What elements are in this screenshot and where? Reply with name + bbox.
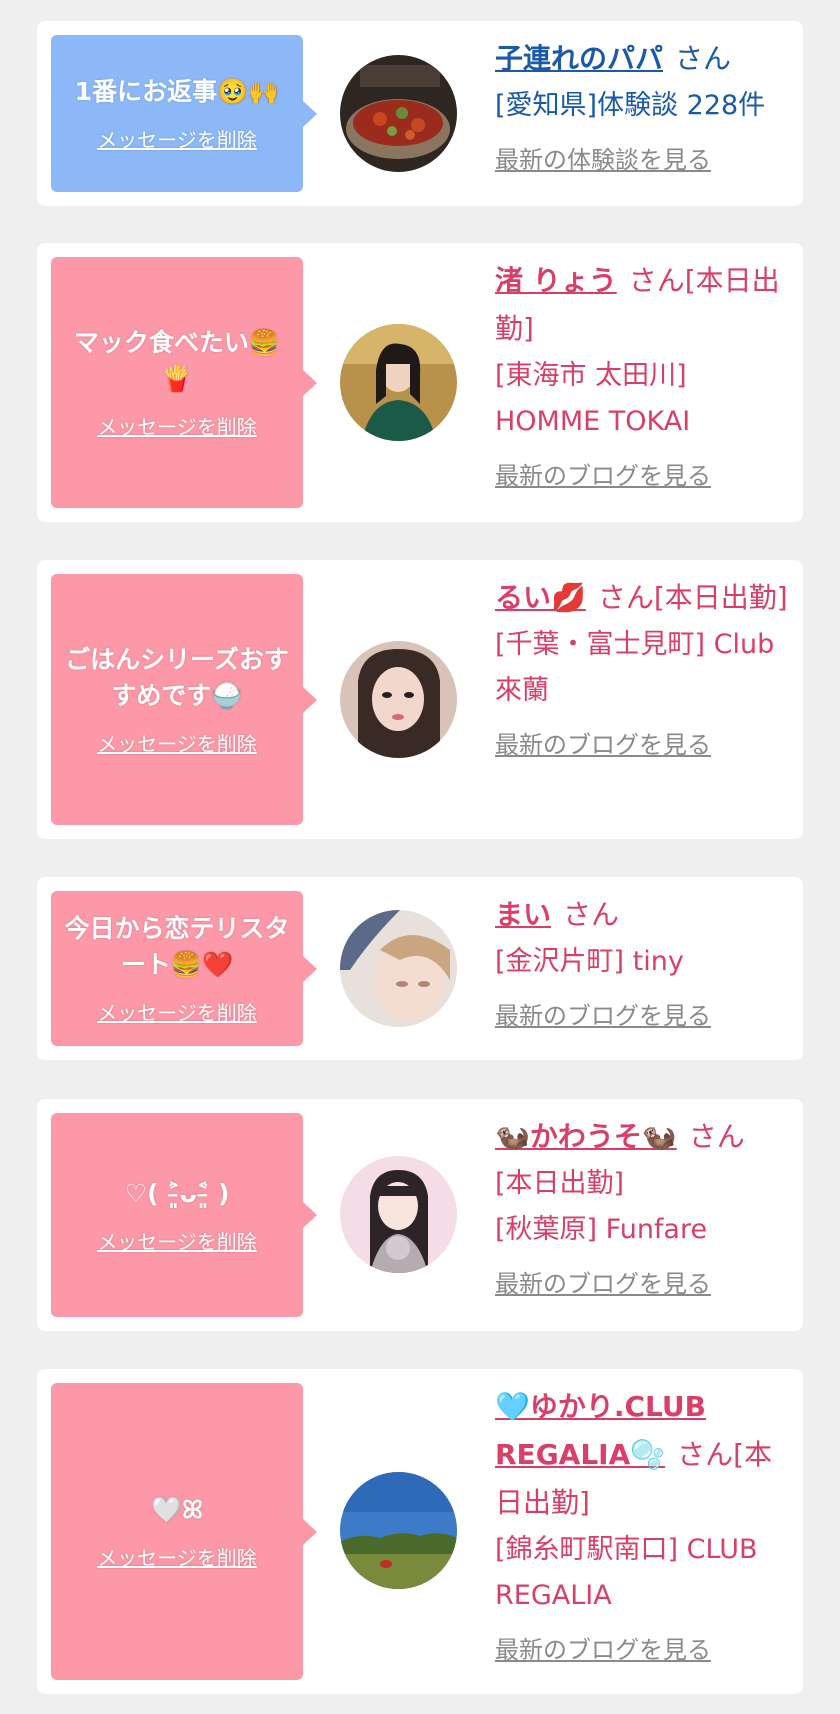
message-text: ごはんシリーズおすすめです🍚 (65, 645, 289, 710)
delete-message-link[interactable]: メッセージを削除 (97, 1226, 257, 1255)
message-bubble: ♡( ˃̵͈̑ᴗ˂̵͈̑ ) メッセージを削除 (51, 1113, 317, 1317)
chat-list: 1番にお返事🥹🙌 メッセージを削除 子連れのパパ さん [愛知県]体験談 228件… (0, 0, 840, 1714)
delete-message-link[interactable]: メッセージを削除 (97, 1542, 257, 1571)
message-bubble: ごはんシリーズおすすめです🍚 メッセージを削除 (51, 574, 317, 825)
see-latest-link[interactable]: 最新のブログを見る (495, 999, 795, 1033)
message-text: 🤍ꕤ (151, 1495, 203, 1524)
name-suffix: さん (563, 898, 620, 931)
name-suffix: さん (675, 42, 732, 75)
message-text: 1番にお返事🥹🙌 (74, 77, 280, 106)
avatar[interactable] (340, 641, 457, 758)
user-detail: [錦糸町駅南口] CLUB REGALIA (495, 1534, 758, 1611)
delete-message-link[interactable]: メッセージを削除 (97, 124, 257, 153)
landscape-avatar (340, 1472, 457, 1589)
see-latest-link[interactable]: 最新のブログを見る (495, 1633, 795, 1667)
message-bubble: 今日から恋テリスタート🍔❤️ メッセージを削除 (51, 891, 317, 1046)
user-detail: [愛知県]体験談 228件 (495, 90, 766, 121)
user-detail: [東海市 太田川] HOMME TOKAI (495, 360, 691, 437)
portrait-avatar (340, 910, 457, 1027)
list-item: マック食べたい🍔🍟 メッセージを削除 渚 りょう さん[本日出勤] [東海市 太田… (37, 243, 803, 522)
user-info: 渚 りょう さん[本日出勤] [東海市 太田川] HOMME TOKAI 最新のブ… (495, 257, 795, 493)
message-bubble: マック食べたい🍔🍟 メッセージを削除 (51, 257, 317, 508)
user-name-link[interactable]: 🦦かわうそ🦦 (495, 1120, 677, 1153)
list-item: 🤍ꕤ メッセージを削除 🩵ゆかり.CLUB REGALIA🫧 さん[本日出勤] [… (37, 1369, 803, 1694)
message-bubble: 🤍ꕤ メッセージを削除 (51, 1383, 317, 1680)
delete-message-link[interactable]: メッセージを削除 (97, 411, 257, 440)
user-name-link[interactable]: 渚 りょう (495, 264, 617, 297)
message-bubble: 1番にお返事🥹🙌 メッセージを削除 (51, 35, 317, 192)
avatar[interactable] (340, 324, 457, 441)
message-text: 今日から恋テリスタート🍔❤️ (64, 914, 290, 979)
list-item: ごはんシリーズおすすめです🍚 メッセージを削除 るい💋 さん[本日出勤] [千葉・… (37, 560, 803, 839)
see-latest-link[interactable]: 最新のブログを見る (495, 728, 795, 762)
user-detail: [金沢片町] tiny (495, 946, 684, 977)
user-detail: [秋葉原] Funfare (495, 1214, 708, 1245)
avatar[interactable] (340, 910, 457, 1027)
avatar[interactable] (340, 1156, 457, 1273)
food-photo-avatar (340, 55, 457, 172)
avatar[interactable] (340, 1472, 457, 1589)
portrait-avatar (340, 324, 457, 441)
user-name-link[interactable]: まい (495, 898, 551, 931)
user-info: 子連れのパパ さん [愛知県]体験談 228件 最新の体験談を見る (495, 35, 795, 177)
user-name-link[interactable]: 子連れのパパ (495, 42, 663, 75)
delete-message-link[interactable]: メッセージを削除 (97, 997, 257, 1026)
user-info: 🦦かわうそ🦦 さん [本日出勤] [秋葉原] Funfare 最新のブログを見る (495, 1113, 795, 1301)
user-info: 🩵ゆかり.CLUB REGALIA🫧 さん[本日出勤] [錦糸町駅南口] CLUB… (495, 1383, 795, 1667)
see-latest-link[interactable]: 最新の体験談を見る (495, 143, 795, 177)
portrait-avatar (340, 1156, 457, 1273)
user-detail: [千葉・富士見町] Club 來蘭 (495, 629, 775, 706)
message-text: マック食べたい🍔🍟 (73, 328, 281, 393)
name-suffix: さん[本日出勤] (597, 581, 788, 614)
see-latest-link[interactable]: 最新のブログを見る (495, 459, 795, 493)
list-item: 1番にお返事🥹🙌 メッセージを削除 子連れのパパ さん [愛知県]体験談 228件… (37, 21, 803, 206)
user-detail: [本日出勤] (495, 1168, 625, 1199)
portrait-avatar (340, 641, 457, 758)
delete-message-link[interactable]: メッセージを削除 (97, 728, 257, 757)
avatar[interactable] (340, 55, 457, 172)
see-latest-link[interactable]: 最新のブログを見る (495, 1267, 795, 1301)
name-suffix: さん (688, 1120, 745, 1153)
user-info: まい さん [金沢片町] tiny 最新のブログを見る (495, 891, 795, 1033)
user-info: るい💋 さん[本日出勤] [千葉・富士見町] Club 來蘭 最新のブログを見る (495, 574, 795, 762)
list-item: ♡( ˃̵͈̑ᴗ˂̵͈̑ ) メッセージを削除 🦦かわうそ🦦 さん [本日出勤] … (37, 1099, 803, 1331)
user-name-link[interactable]: 🩵ゆかり.CLUB REGALIA🫧 (495, 1390, 706, 1471)
message-text: ♡( ˃̵͈̑ᴗ˂̵͈̑ ) (124, 1178, 230, 1208)
list-item: 今日から恋テリスタート🍔❤️ メッセージを削除 まい さん [金沢片町] tiny… (37, 877, 803, 1060)
user-name-link[interactable]: るい💋 (495, 581, 586, 614)
